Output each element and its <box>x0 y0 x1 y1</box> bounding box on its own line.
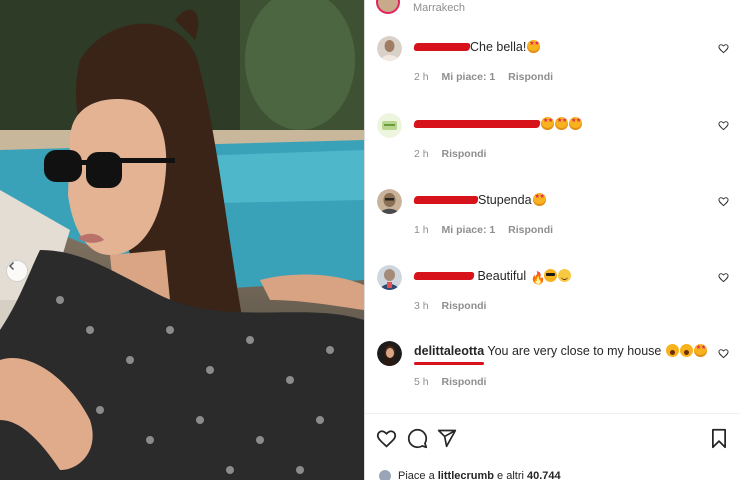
post-location[interactable]: Marrakech <box>413 2 465 14</box>
commenter-avatar[interactable] <box>377 265 402 290</box>
send-icon[interactable] <box>437 428 457 448</box>
reply-button[interactable]: Rispondi <box>508 224 553 236</box>
comment-text: Stupenda <box>478 193 532 207</box>
comment-item: Beautiful 🔥 3 h Rispondi <box>365 265 740 325</box>
comment-like-heart-icon[interactable] <box>718 348 729 359</box>
reply-button[interactable]: Rispondi <box>442 300 487 312</box>
comment-item: 2 h Rispondi <box>365 113 740 173</box>
post-photo <box>0 0 364 480</box>
astonished-emoji-icon <box>665 344 679 357</box>
comment-text: You are very close to my house <box>484 344 665 358</box>
reply-button[interactable]: Rispondi <box>442 148 487 160</box>
commenter-avatar[interactable] <box>377 341 402 366</box>
comment-text: Beautiful <box>474 269 530 283</box>
comment-line: Beautiful 🔥 <box>413 268 571 285</box>
comment-item: delittaleotta You are very close to my h… <box>365 341 740 401</box>
comment-meta: 2 h Mi piace: 1 Rispondi <box>414 71 563 83</box>
chevron-left-icon <box>8 261 15 271</box>
liker-username[interactable]: littlecrumb <box>438 470 494 480</box>
commenter-avatar[interactable] <box>377 36 402 61</box>
comment-meta: 5 h Rispondi <box>414 376 496 388</box>
likes-count[interactable]: 40.744 <box>527 470 561 480</box>
comment-time: 3 h <box>414 300 429 312</box>
comment-like-heart-icon[interactable] <box>718 120 729 131</box>
comment-meta: 1 h Mi piace: 1 Rispondi <box>414 224 563 236</box>
comment-icon[interactable] <box>407 428 428 449</box>
comment-text: Che bella! <box>470 40 527 54</box>
author-avatar[interactable] <box>376 0 400 14</box>
comment-like-heart-icon[interactable] <box>718 272 729 283</box>
comment-like-heart-icon[interactable] <box>718 43 729 54</box>
star-struck-emoji-icon <box>569 117 582 130</box>
reply-button[interactable]: Rispondi <box>508 71 553 83</box>
star-struck-emoji-icon <box>693 344 707 357</box>
comment-username[interactable]: delittaleotta <box>414 344 485 365</box>
heart-icon[interactable] <box>376 428 397 449</box>
actions-divider <box>365 413 740 414</box>
commenter-avatar[interactable] <box>377 113 402 138</box>
reply-button[interactable]: Rispondi <box>442 376 487 388</box>
star-struck-emoji-icon <box>555 117 568 130</box>
star-struck-emoji-icon <box>541 117 554 130</box>
red-underline-mark <box>414 362 485 365</box>
comment-time: 1 h <box>414 224 429 236</box>
fire-emoji-icon: 🔥 <box>530 271 546 285</box>
photo-illustration <box>0 0 364 480</box>
likes-summary-text[interactable]: Piace a littlecrumb e altri 40.744 <box>398 470 561 480</box>
star-struck-emoji-icon <box>527 40 541 53</box>
redacted-username[interactable] <box>413 39 471 54</box>
comment-likes[interactable]: Mi piace: 1 <box>442 224 496 236</box>
comment-like-heart-icon[interactable] <box>718 196 729 207</box>
comment-likes[interactable]: Mi piace: 1 <box>442 71 496 83</box>
redacted-username[interactable] <box>413 268 475 283</box>
post-actions-bar <box>365 428 740 454</box>
sunglasses-emoji-icon <box>543 269 557 282</box>
bookmark-icon[interactable] <box>710 428 728 449</box>
liker-avatar[interactable] <box>379 470 391 480</box>
comment-item: Stupenda 1 h Mi piace: 1 Rispondi <box>365 189 740 249</box>
comment-line: delittaleotta You are very close to my h… <box>414 344 707 365</box>
post-header: Marrakech <box>365 0 740 16</box>
comment-time: 5 h <box>414 376 429 388</box>
redacted-username[interactable] <box>413 116 541 131</box>
comment-time: 2 h <box>414 148 429 160</box>
comments-panel: Marrakech Che bella! 2 h Mi piace: 1 Ris… <box>365 0 740 480</box>
previous-photo-button[interactable] <box>6 260 28 282</box>
smile-emoji-icon <box>557 269 571 282</box>
astonished-emoji-icon <box>679 344 693 357</box>
star-struck-emoji-icon <box>532 193 546 206</box>
comment-line: Che bella! <box>413 39 541 54</box>
comment-meta: 3 h Rispondi <box>414 300 496 312</box>
comment-line <box>413 116 582 131</box>
redacted-username[interactable] <box>413 192 479 207</box>
comment-line: Stupenda <box>413 192 546 207</box>
comment-meta: 2 h Rispondi <box>414 148 496 160</box>
likes-summary: Piace a littlecrumb e altri 40.744 <box>365 470 740 480</box>
commenter-avatar[interactable] <box>377 189 402 214</box>
comment-item: Che bella! 2 h Mi piace: 1 Rispondi <box>365 36 740 96</box>
comment-time: 2 h <box>414 71 429 83</box>
